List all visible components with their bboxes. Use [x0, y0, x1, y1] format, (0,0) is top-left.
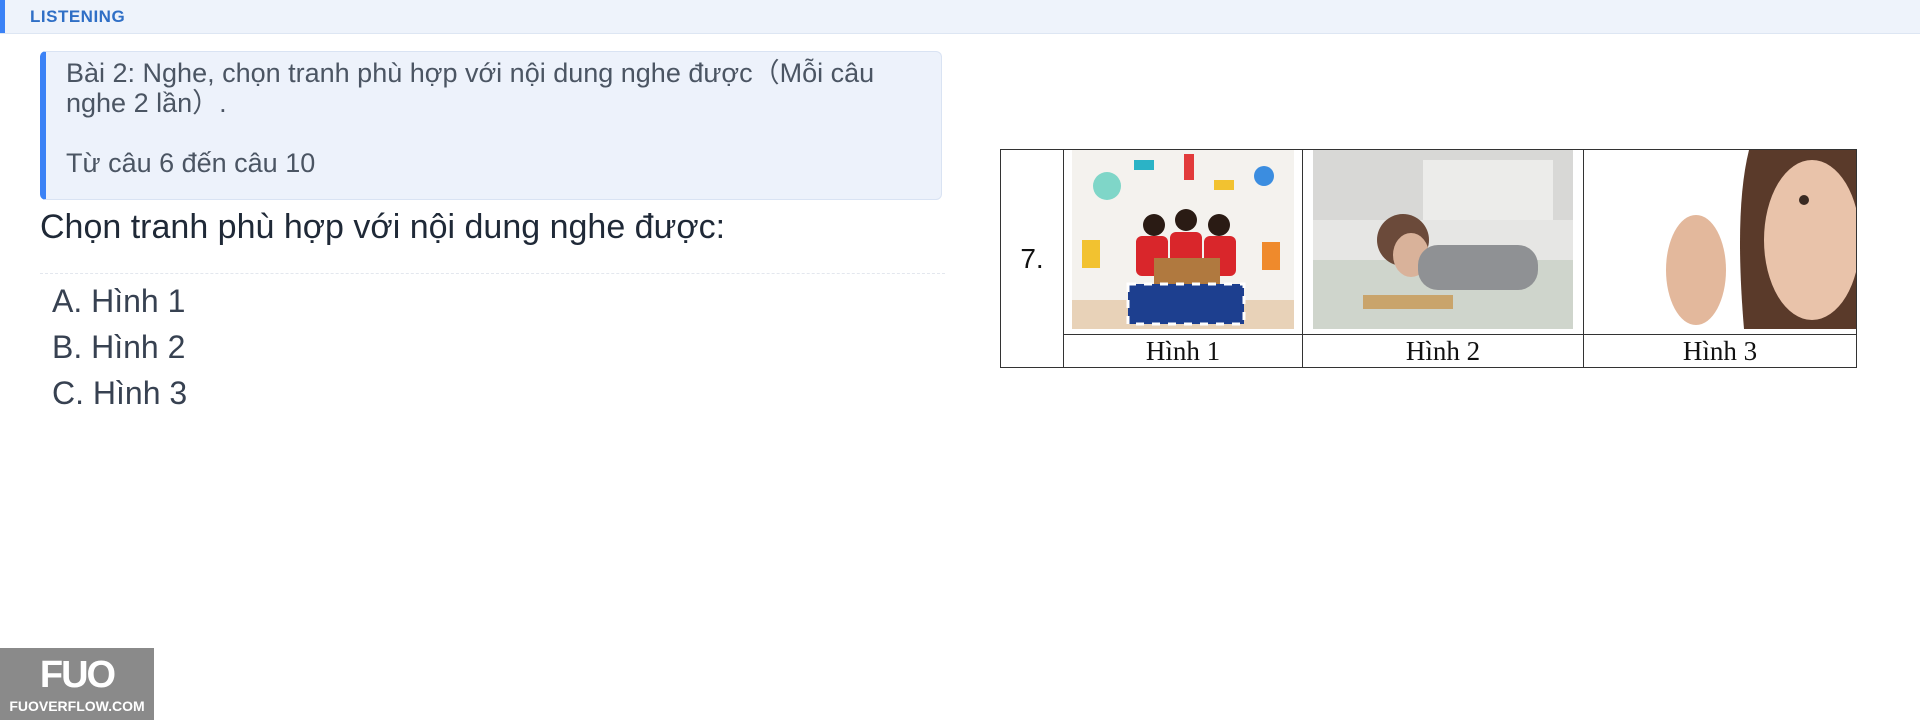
woman-listening-illustration — [1584, 150, 1856, 329]
section-label: LISTENING — [30, 7, 126, 26]
caption-3: Hình 3 — [1583, 334, 1857, 368]
caption-2: Hình 2 — [1302, 334, 1584, 368]
option-b[interactable]: B. Hình 2 — [52, 324, 187, 370]
option-a[interactable]: A. Hình 1 — [52, 278, 187, 324]
woman-reading-illustration — [1313, 150, 1573, 329]
picture-1 — [1063, 149, 1303, 335]
watermark-logo: FUO — [39, 654, 116, 696]
watermark: FUO FUOVERFLOW.COM — [0, 648, 154, 720]
section-header: LISTENING — [0, 0, 1920, 34]
answer-options: A. Hình 1 B. Hình 2 C. Hình 3 — [52, 278, 187, 416]
watermark-url: FUOVERFLOW.COM — [9, 698, 145, 714]
question-number: 7. — [1000, 149, 1064, 368]
instructions-box: Bài 2: Nghe, chọn tranh phù hợp với nội … — [40, 51, 942, 200]
picture-2 — [1302, 149, 1584, 335]
picture-3 — [1583, 149, 1857, 335]
option-c[interactable]: C. Hình 3 — [52, 370, 187, 416]
divider — [40, 273, 945, 274]
instructions-line-2: nghe 2 lần）. — [66, 88, 227, 118]
question-prompt: Chọn tranh phù hợp với nội dung nghe đượ… — [40, 208, 726, 246]
instructions-line-1: Bài 2: Nghe, chọn tranh phù hợp với nội … — [66, 58, 875, 88]
children-playing-illustration — [1072, 150, 1294, 329]
caption-1: Hình 1 — [1063, 334, 1303, 368]
header-accent-bar — [0, 0, 5, 33]
picture-table: 7. Hình 1 Hình 2 Hình 3 — [1000, 149, 1857, 368]
instructions-range: Từ câu 6 đến câu 10 — [66, 148, 316, 178]
